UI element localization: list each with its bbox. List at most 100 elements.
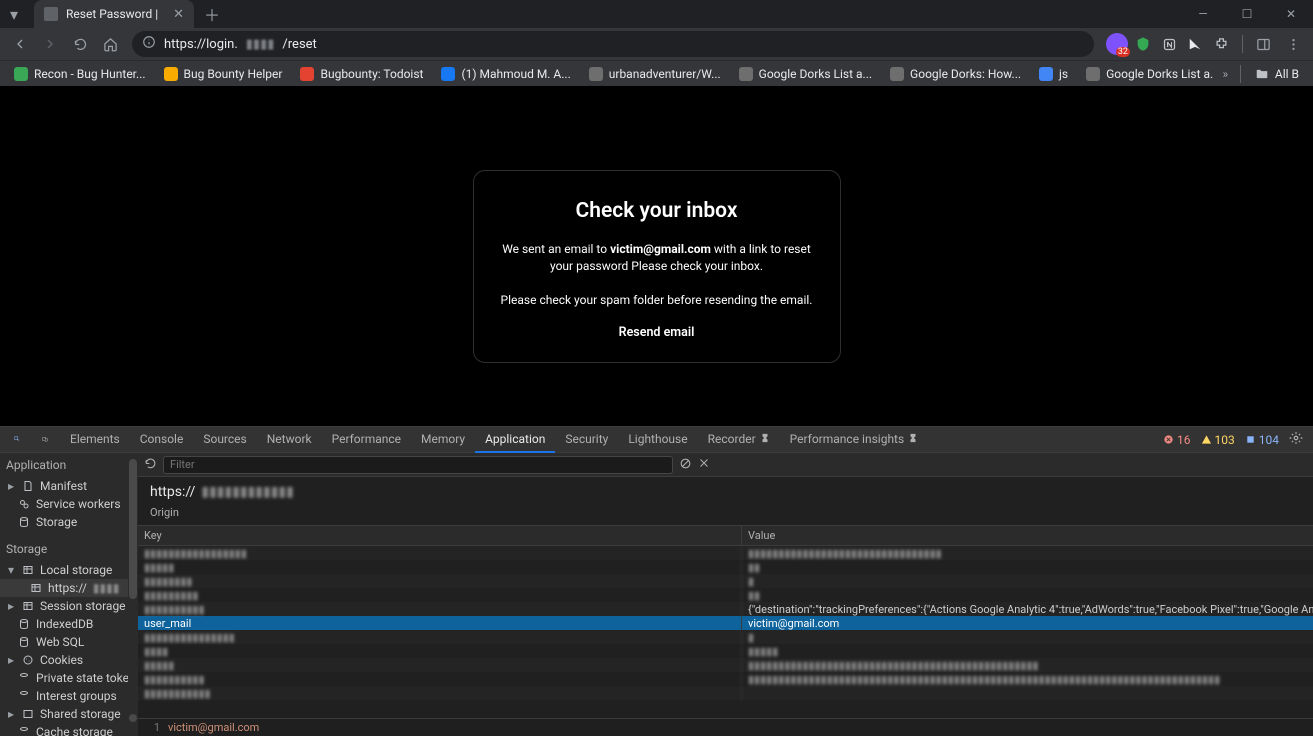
devtools-tabstrip: ElementsConsoleSourcesNetworkPerformance… (0, 427, 1313, 453)
table-icon (22, 564, 34, 576)
sidebar-item-websql[interactable]: Web SQL (0, 633, 138, 651)
devtools-tab-performance[interactable]: Performance (322, 427, 411, 453)
tab-close-icon[interactable]: ✕ (173, 7, 184, 22)
devtools-tab-memory[interactable]: Memory (411, 427, 475, 453)
devtools-tab-console[interactable]: Console (130, 427, 194, 453)
new-tab-button[interactable]: ＋ (198, 0, 226, 28)
sidebar-scrollbar[interactable] (128, 453, 138, 736)
sidebar-item-service-workers[interactable]: Service workers (0, 495, 138, 513)
sidebar-item-cookies[interactable]: ▸Cookies (0, 651, 138, 669)
sidebar-item-shared-storage[interactable]: ▸Shared storage (0, 705, 138, 723)
column-key[interactable]: Key (138, 526, 742, 545)
browser-tab[interactable]: Reset Password | ✕ (34, 0, 194, 28)
tab-search-dropdown[interactable]: ▾ (0, 0, 28, 28)
side-panel-button[interactable] (1249, 30, 1277, 58)
filter-input[interactable] (163, 456, 673, 474)
storage-row[interactable]: ▮▮▮▮▮▮▮▮▮▮▮ (138, 686, 1313, 700)
tab-title: Reset Password | (66, 7, 165, 21)
window-close[interactable]: ✕ (1269, 0, 1313, 28)
window-controls: — ☐ ✕ (1181, 0, 1313, 28)
back-button[interactable] (6, 30, 34, 58)
storage-row[interactable]: ▮▮▮▮▮▮▮ (138, 560, 1313, 574)
bookmark-item[interactable]: (1) Mahmoud M. A... (433, 65, 578, 83)
device-icon (42, 432, 48, 446)
refresh-storage-button[interactable] (144, 457, 157, 473)
bookmark-item[interactable]: urbanadventurer/W... (581, 65, 729, 83)
storage-row[interactable]: ▮▮▮▮▮▮▮▮▮▮▮▮▮▮▮▮▮▮▮▮▮▮▮▮▮▮▮▮▮▮▮▮▮▮▮▮▮▮▮▮… (138, 672, 1313, 686)
info-count[interactable]: 104 (1245, 433, 1279, 447)
forward-button[interactable] (36, 30, 64, 58)
storage-row[interactable]: ▮▮▮▮▮▮▮▮▮▮▮▮▮▮▮▮ (138, 630, 1313, 644)
device-toolbar-button[interactable] (32, 427, 58, 453)
titlebar: ▾ Reset Password | ✕ ＋ — ☐ ✕ (0, 0, 1313, 28)
devtools-tab-performance-insights[interactable]: Performance insights (780, 427, 929, 453)
storage-row[interactable]: ▮▮▮▮▮▮▮▮▮▮▮▮▮▮▮▮▮▮▮▮▮▮▮▮▮▮▮▮▮▮▮▮▮▮▮▮▮▮▮▮… (138, 546, 1313, 560)
warning-count[interactable]: 103 (1201, 433, 1235, 447)
resend-email-button[interactable]: Resend email (500, 325, 814, 340)
window-minimize[interactable]: — (1181, 0, 1225, 28)
sidebar-item-storage[interactable]: Storage (0, 513, 138, 531)
database-icon (18, 726, 30, 736)
bookmark-item[interactable]: Recon - Bug Hunter... (6, 65, 154, 83)
bookmark-item[interactable]: Google Dorks List a... (731, 65, 880, 83)
bookmark-item[interactable]: Google Dorks: How... (882, 65, 1029, 83)
storage-value: ▮ (742, 575, 1313, 588)
devtools-tab-sources[interactable]: Sources (193, 427, 256, 453)
database-icon (18, 672, 30, 684)
sidebar-item-cache-storage[interactable]: Cache storage (0, 723, 138, 736)
devtools-tab-application[interactable]: Application (475, 427, 555, 453)
sidebar-item-indexeddb[interactable]: IndexedDB (0, 615, 138, 633)
home-button[interactable] (96, 30, 124, 58)
kebab-icon (1286, 37, 1301, 52)
window-maximize[interactable]: ☐ (1225, 0, 1269, 28)
extension-icon[interactable] (1132, 33, 1154, 55)
extension-badge-count: 32 (1116, 47, 1130, 57)
devtools-settings-icon[interactable] (1289, 431, 1303, 448)
site-info-icon[interactable] (142, 35, 156, 53)
storage-row[interactable]: ▮▮▮▮▮▮▮▮▮▮▮ (138, 588, 1313, 602)
sidebar-item-private-state-tokens[interactable]: Private state tokens (0, 669, 138, 687)
extension-badge-icon[interactable]: 32 (1106, 33, 1128, 55)
sidebar-item-manifest[interactable]: ▸Manifest (0, 477, 138, 495)
sidebar-item-local-storage[interactable]: ▾Local storage (0, 561, 138, 579)
extension-icon[interactable] (1158, 33, 1180, 55)
devtools-tab-network[interactable]: Network (257, 427, 322, 453)
home-icon (103, 37, 118, 52)
warning-icon (1201, 434, 1212, 445)
devtools-tab-recorder[interactable]: Recorder (698, 427, 780, 453)
bookmarks-folder[interactable]: All B (1247, 65, 1307, 83)
reload-button[interactable] (66, 30, 94, 58)
extensions-menu-icon[interactable] (1210, 33, 1232, 55)
sidebar-item-interest-groups[interactable]: Interest groups (0, 687, 138, 705)
bookmarks-overflow[interactable]: » (1217, 67, 1235, 81)
storage-row[interactable]: user_mailvictim@gmail.com (138, 616, 1313, 630)
storage-row[interactable]: ▮▮▮▮▮▮▮▮▮▮▮▮▮▮▮▮▮▮▮▮▮▮▮▮▮▮▮▮▮▮▮▮▮▮▮▮▮▮▮▮… (138, 658, 1313, 672)
bookmark-item[interactable]: Bugbounty: Todoist (292, 65, 431, 83)
extension-icon[interactable] (1184, 33, 1206, 55)
storage-row[interactable]: ▮▮▮▮▮▮▮▮▮▮{"destination":"trackingPrefer… (138, 602, 1313, 616)
inspect-element-button[interactable] (4, 427, 30, 453)
devtools-tab-security[interactable]: Security (555, 427, 618, 453)
sidebar-section-application: Application (0, 453, 138, 477)
bookmark-item[interactable]: Bug Bounty Helper (156, 65, 291, 83)
bookmark-item[interactable]: js (1031, 65, 1076, 83)
column-value[interactable]: Value (742, 526, 1313, 545)
address-bar[interactable]: https://login. ▮▮▮▮ /reset (132, 31, 1094, 57)
storage-row[interactable]: ▮▮▮▮▮▮▮▮▮ (138, 574, 1313, 588)
extensions-group: 32 (1102, 33, 1236, 55)
devtools-tab-lighthouse[interactable]: Lighthouse (618, 427, 697, 453)
reset-email: victim@gmail.com (610, 242, 711, 256)
devtools-tab-elements[interactable]: Elements (60, 427, 130, 453)
sidebar-item-local-origin[interactable]: https://▮▮▮▮ (0, 579, 138, 597)
bookmark-item[interactable]: Google Dorks List a... (1078, 65, 1212, 83)
chrome-menu-button[interactable] (1279, 30, 1307, 58)
page-content: Check your inbox We sent an email to vic… (0, 86, 1313, 426)
bookmarks-bar: Recon - Bug Hunter...Bug Bounty HelperBu… (0, 60, 1313, 86)
clear-storage-button[interactable] (679, 457, 692, 473)
bookmarks-divider (1240, 65, 1241, 83)
storage-value: {"destination":"trackingPreferences":{"A… (742, 603, 1313, 616)
delete-selected-button[interactable] (698, 457, 710, 472)
error-count[interactable]: 16 (1163, 433, 1191, 447)
storage-row[interactable]: ▮▮▮▮▮▮▮▮▮ (138, 644, 1313, 658)
sidebar-item-session-storage[interactable]: ▸Session storage (0, 597, 138, 615)
